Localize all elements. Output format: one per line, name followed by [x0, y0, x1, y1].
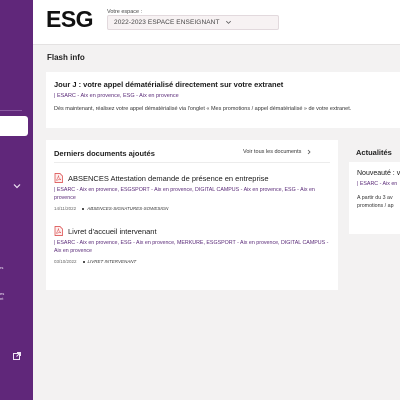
pdf-icon — [54, 173, 63, 183]
space-selector[interactable]: 2022-2023 ESPACE ENSEIGNANT — [107, 15, 279, 30]
bullet-icon — [82, 207, 85, 210]
chevron-down-icon — [225, 20, 231, 24]
document-keyword: LIVRET INTERVENANT — [87, 259, 137, 264]
document-title[interactable]: ABSENCES Attestation demande de présence… — [68, 174, 269, 183]
document-tags: | ESARC - Aix en provence, ESGSPORT - Ai… — [54, 187, 315, 201]
document-meta: 03/10/2022 LIVRET INTERVENANT — [54, 259, 330, 264]
flash-info-item-title[interactable]: Jour J : votre appel dématérialisé direc… — [54, 80, 392, 89]
sidebar-item-label[interactable]: es nt — [0, 291, 4, 301]
document-keyword: ABSENCES-SIGNATURES-SOWESIGN — [87, 206, 169, 211]
see-all-documents-link[interactable]: Voir tous les documents — [243, 149, 312, 155]
news-item-body: A partir du 3 av promotions / ap — [357, 194, 400, 210]
top-header: ESG Votre espace : 2022-2023 ESPACE ENSE… — [33, 0, 400, 45]
divider — [54, 162, 330, 163]
document-item[interactable]: Livret d'accueil intervenant | ESARC - A… — [54, 226, 330, 264]
latest-documents-title: Derniers documents ajoutés — [54, 149, 155, 158]
chevron-right-icon — [308, 149, 311, 155]
sidebar-item-label[interactable]: rs — [0, 266, 3, 270]
document-title[interactable]: Livret d'accueil intervenant — [68, 227, 157, 236]
news-item-body-line: promotions / ap — [357, 203, 394, 209]
document-tags: | ESARC - Aix en provence, ESG - Aix en … — [54, 240, 329, 254]
news-item-tags: | ESARC - Aix en — [357, 181, 398, 187]
pdf-icon — [54, 226, 63, 236]
esg-logo[interactable]: ESG — [46, 6, 94, 33]
see-all-documents-label: Voir tous les documents — [243, 149, 302, 155]
flash-info-item-body: Dès maintenant, réalisez votre appel dém… — [54, 106, 352, 112]
document-date: 14/11/2022 — [54, 206, 77, 211]
sidebar-divider — [0, 110, 22, 111]
flash-info-title: Flash info — [47, 53, 85, 62]
document-meta: 14/11/2022 ABSENCES-SIGNATURES-SOWESIGN — [54, 206, 330, 211]
space-selector-value: 2022-2023 ESPACE ENSEIGNANT — [114, 19, 220, 26]
flash-info-item-tags: | ESARC - Aix en provence, ESG - Aix en … — [54, 93, 179, 99]
document-item[interactable]: ABSENCES Attestation demande de présence… — [54, 173, 330, 211]
latest-documents-card: Derniers documents ajoutés Voir tous les… — [46, 140, 338, 290]
sidebar-item-active[interactable] — [0, 116, 28, 136]
bullet-icon — [82, 260, 85, 263]
flash-info-card[interactable]: Jour J : votre appel dématérialisé direc… — [46, 72, 400, 128]
document-date: 03/10/2022 — [54, 259, 77, 264]
sidebar: rs es nt — [0, 0, 33, 400]
external-link-icon[interactable] — [12, 351, 22, 361]
news-card[interactable]: Nouveauté : v | ESARC - Aix en A partir … — [349, 162, 400, 234]
news-title: Actualités — [356, 148, 392, 157]
chevron-down-icon[interactable] — [12, 181, 22, 191]
sidebar-item-label-line: nt — [0, 296, 4, 301]
news-item-title[interactable]: Nouveauté : v — [357, 170, 400, 177]
news-item-body-line: A partir du 3 av — [357, 195, 393, 201]
